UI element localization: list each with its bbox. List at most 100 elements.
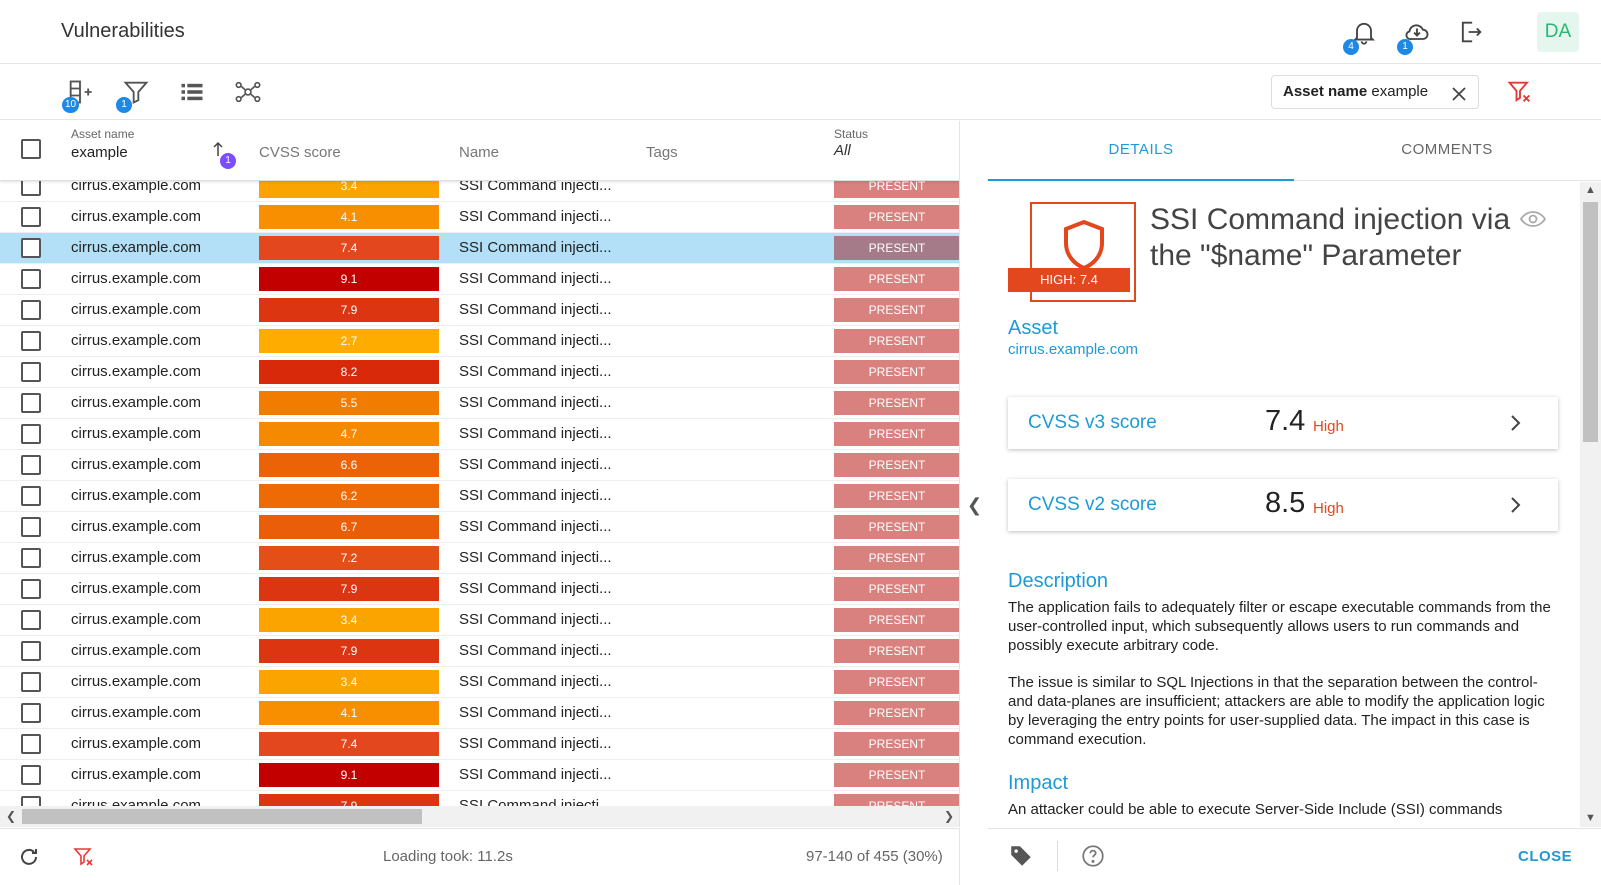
select-all-checkbox[interactable] bbox=[21, 139, 41, 159]
user-avatar[interactable]: DA bbox=[1537, 12, 1579, 52]
status-badge: PRESENT bbox=[834, 205, 959, 229]
vulnerability-name-cell: SSI Command injecti... bbox=[459, 611, 612, 628]
row-checkbox[interactable] bbox=[21, 486, 41, 506]
cvss-score-cell: 5.5 bbox=[259, 391, 439, 415]
row-checkbox[interactable] bbox=[21, 300, 41, 320]
table-row[interactable]: cirrus.example.com 7.9 SSI Command injecti… bbox=[0, 574, 959, 605]
help-icon[interactable] bbox=[1080, 843, 1106, 869]
row-checkbox[interactable] bbox=[21, 517, 41, 537]
table-row[interactable]: cirrus.example.com 6.2 SSI Command injecti… bbox=[0, 481, 959, 512]
tab-comments[interactable]: COMMENTS bbox=[1294, 121, 1600, 181]
close-icon[interactable] bbox=[1450, 83, 1468, 101]
row-checkbox[interactable] bbox=[21, 362, 41, 382]
severity-label: HIGH: 7.4 bbox=[1008, 268, 1130, 292]
tags-column-header[interactable]: Tags bbox=[646, 144, 678, 161]
table-row[interactable]: cirrus.example.com 7.2 SSI Command injecti… bbox=[0, 543, 959, 574]
vulnerability-name-cell: SSI Command injecti... bbox=[459, 518, 612, 535]
clear-filters-icon[interactable] bbox=[72, 845, 96, 874]
asset-heading: Asset bbox=[1008, 317, 1059, 339]
impact-heading: Impact bbox=[1008, 772, 1069, 794]
table-row[interactable]: cirrus.example.com 3.4 SSI Command injecti… bbox=[0, 605, 959, 636]
table-row[interactable]: cirrus.example.com 8.2 SSI Command injecti… bbox=[0, 357, 959, 388]
table-row[interactable]: cirrus.example.com 4.1 SSI Command injecti… bbox=[0, 202, 959, 233]
table-row[interactable]: cirrus.example.com 7.9 SSI Command injecti… bbox=[0, 295, 959, 326]
asset-name-cell: cirrus.example.com bbox=[71, 549, 202, 566]
status-badge: PRESENT bbox=[834, 639, 959, 663]
details-content: HIGH: 7.4 SSI Command injection via the … bbox=[988, 182, 1601, 827]
list-view-icon[interactable] bbox=[178, 78, 206, 106]
asset-name-cell: cirrus.example.com bbox=[71, 487, 202, 504]
status-badge: PRESENT bbox=[834, 608, 959, 632]
row-checkbox[interactable] bbox=[21, 641, 41, 661]
scroll-right-icon[interactable]: ❯ bbox=[944, 809, 954, 823]
refresh-icon[interactable] bbox=[17, 845, 41, 874]
table-row[interactable]: cirrus.example.com 6.7 SSI Command injecti… bbox=[0, 512, 959, 543]
table-row[interactable]: cirrus.example.com 2.7 SSI Command injecti… bbox=[0, 326, 959, 357]
status-badge: PRESENT bbox=[834, 515, 959, 539]
vertical-scrollbar[interactable]: ▲ ▼ bbox=[1580, 182, 1601, 827]
asset-name-cell: cirrus.example.com bbox=[71, 735, 202, 752]
row-checkbox[interactable] bbox=[21, 207, 41, 227]
table-row[interactable]: cirrus.example.com 7.4 SSI Command injecti… bbox=[0, 233, 959, 264]
table-row[interactable]: cirrus.example.com 3.4 SSI Command injecti… bbox=[0, 667, 959, 698]
table-row[interactable]: cirrus.example.com 6.6 SSI Command injecti… bbox=[0, 450, 959, 481]
row-checkbox[interactable] bbox=[21, 548, 41, 568]
cvss-score-column-header[interactable]: CVSS score bbox=[259, 144, 341, 161]
asset-name-cell: cirrus.example.com bbox=[71, 642, 202, 659]
graph-view-icon[interactable] bbox=[234, 78, 262, 106]
row-checkbox[interactable] bbox=[21, 424, 41, 444]
close-button[interactable]: CLOSE bbox=[1518, 848, 1572, 865]
columns-count-badge: 10 bbox=[62, 97, 80, 113]
row-checkbox[interactable] bbox=[21, 672, 41, 692]
horizontal-scroll-thumb[interactable] bbox=[22, 809, 422, 824]
vertical-scroll-thumb[interactable] bbox=[1583, 202, 1598, 442]
row-checkbox[interactable] bbox=[21, 765, 41, 785]
vulnerability-name-cell: SSI Command injecti... bbox=[459, 642, 612, 659]
cvss-v2-card[interactable]: CVSS v2 score 8.5 High bbox=[1008, 479, 1558, 531]
status-badge: PRESENT bbox=[834, 546, 959, 570]
row-checkbox[interactable] bbox=[21, 331, 41, 351]
collapse-panel-icon[interactable]: ❮ bbox=[967, 495, 982, 516]
status-badge: PRESENT bbox=[834, 236, 959, 260]
cloud-download-icon[interactable]: 1 bbox=[1397, 18, 1431, 55]
cvss-score-cell: 7.2 bbox=[259, 546, 439, 570]
status-column-filter[interactable]: All bbox=[834, 142, 851, 159]
horizontal-scrollbar[interactable]: ❮ ❯ bbox=[0, 806, 959, 827]
downloads-count-badge: 1 bbox=[1397, 39, 1413, 55]
name-column-header[interactable]: Name bbox=[459, 144, 499, 161]
scroll-up-icon[interactable]: ▲ bbox=[1585, 184, 1596, 196]
row-checkbox[interactable] bbox=[21, 393, 41, 413]
table-row[interactable]: cirrus.example.com 7.9 SSI Command injecti… bbox=[0, 636, 959, 667]
notifications-bell-icon[interactable]: 4 bbox=[1343, 18, 1378, 55]
row-checkbox[interactable] bbox=[21, 455, 41, 475]
table-row[interactable]: cirrus.example.com 9.1 SSI Command injecti… bbox=[0, 264, 959, 295]
asset-name-filter-chip[interactable]: Asset name example bbox=[1271, 75, 1479, 109]
tab-details[interactable]: DETAILS bbox=[988, 121, 1294, 181]
filter-icon[interactable]: 1 bbox=[116, 78, 150, 113]
columns-add-icon[interactable]: 10 bbox=[62, 78, 94, 113]
eye-icon[interactable] bbox=[1519, 209, 1547, 229]
scroll-left-icon[interactable]: ❮ bbox=[6, 809, 16, 823]
asset-name-column-filter[interactable]: example bbox=[71, 144, 128, 161]
table-row[interactable]: cirrus.example.com 4.7 SSI Command injecti… bbox=[0, 419, 959, 450]
status-badge: PRESENT bbox=[834, 453, 959, 477]
row-checkbox[interactable] bbox=[21, 238, 41, 258]
row-checkbox[interactable] bbox=[21, 703, 41, 723]
asset-name-cell: cirrus.example.com bbox=[71, 239, 202, 256]
row-checkbox[interactable] bbox=[21, 269, 41, 289]
asset-link[interactable]: cirrus.example.com bbox=[1008, 341, 1138, 358]
table-row[interactable]: cirrus.example.com 5.5 SSI Command injecti… bbox=[0, 388, 959, 419]
row-checkbox[interactable] bbox=[21, 734, 41, 754]
cvss-v3-card[interactable]: CVSS v3 score 7.4 High bbox=[1008, 397, 1558, 449]
row-checkbox[interactable] bbox=[21, 610, 41, 630]
logout-icon[interactable] bbox=[1457, 18, 1485, 46]
row-checkbox[interactable] bbox=[21, 579, 41, 599]
vulnerability-name-cell: SSI Command injecti... bbox=[459, 766, 612, 783]
asset-name-cell: cirrus.example.com bbox=[71, 208, 202, 225]
clear-filters-icon[interactable] bbox=[1506, 78, 1534, 106]
tag-icon[interactable] bbox=[1008, 843, 1034, 869]
table-row[interactable]: cirrus.example.com 9.1 SSI Command injecti… bbox=[0, 760, 959, 791]
table-row[interactable]: cirrus.example.com 4.1 SSI Command injecti… bbox=[0, 698, 959, 729]
table-row[interactable]: cirrus.example.com 7.4 SSI Command injecti… bbox=[0, 729, 959, 760]
scroll-down-icon[interactable]: ▼ bbox=[1585, 812, 1596, 824]
